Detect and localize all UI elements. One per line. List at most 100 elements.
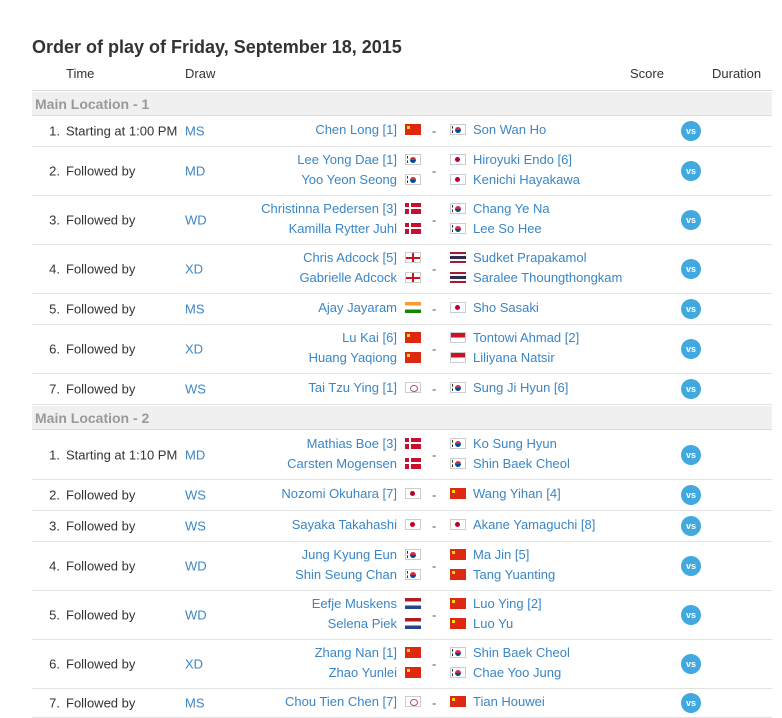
- table-row: 6. Followed by XD Lu Kai [6] Tontowi Ahmad […: [32, 324, 772, 374]
- player-name-right[interactable]: Sho Sasaki: [473, 300, 539, 315]
- china-flag-icon: [405, 666, 421, 678]
- vs-icon[interactable]: vs: [681, 160, 701, 181]
- player-line: Huang Yaqiong Liliyana Natsir: [32, 349, 772, 369]
- player-line: Yoo Yeon Seong Kenichi Hayakawa: [32, 171, 772, 191]
- vs-icon[interactable]: vs: [681, 258, 701, 279]
- denmark-flag-icon: [405, 202, 421, 214]
- vs-icon[interactable]: vs: [681, 338, 701, 359]
- vs-icon[interactable]: vs: [681, 444, 701, 465]
- versus-separator: -: [432, 558, 437, 573]
- korea-flag-icon: [405, 153, 421, 165]
- england-flag-icon: [405, 251, 421, 263]
- duration-column-header: Duration: [712, 66, 762, 81]
- player-name-right[interactable]: Chang Ye Na: [473, 201, 550, 216]
- score-column-header: Score: [630, 66, 664, 81]
- vs-icon[interactable]: vs: [681, 604, 701, 625]
- chinese-taipei-flag-icon: [405, 695, 421, 707]
- player-name-right[interactable]: Kenichi Hayakawa: [473, 172, 580, 187]
- player-name-left[interactable]: Jung Kyung Eun: [302, 547, 397, 562]
- player-name-left[interactable]: Christinna Pedersen [3]: [261, 201, 397, 216]
- player-name-left[interactable]: Kamilla Rytter Juhl: [289, 221, 397, 236]
- vs-icon[interactable]: vs: [681, 378, 701, 399]
- player-name-right[interactable]: Sung Ji Hyun [6]: [473, 380, 568, 395]
- draw-column-header: Draw: [185, 66, 216, 81]
- vs-icon[interactable]: vs: [681, 555, 701, 576]
- player-name-right[interactable]: Tontowi Ahmad [2]: [473, 330, 579, 345]
- korea-flag-icon: [450, 124, 466, 135]
- player-line: Gabrielle Adcock Saralee Thoungthongkam: [32, 269, 772, 289]
- player-line: Ajay Jayaram Sho Sasaki: [32, 299, 772, 319]
- player-line: Kamilla Rytter Juhl Lee So Hee: [32, 220, 772, 240]
- vs-icon[interactable]: vs: [681, 121, 701, 141]
- china-flag-icon: [450, 597, 466, 609]
- player-name-left[interactable]: Carsten Mogensen: [287, 456, 397, 471]
- player-name-right[interactable]: Tian Houwei: [473, 694, 545, 709]
- player-name-right[interactable]: Sudket Prapakamol: [473, 250, 586, 265]
- versus-separator: -: [432, 301, 437, 316]
- player-name-right[interactable]: Saralee Thoungthongkam: [473, 270, 622, 285]
- versus-separator: -: [432, 341, 437, 356]
- korea-flag-icon: [405, 568, 421, 580]
- player-name-left[interactable]: Shin Seung Chan: [295, 567, 397, 582]
- japan-flag-icon: [405, 518, 421, 530]
- player-name-right[interactable]: Chae Yoo Jung: [473, 665, 561, 680]
- player-name-left[interactable]: Chou Tien Chen [7]: [285, 694, 397, 709]
- player-line: Sayaka Takahashi Akane Yamaguchi [8]: [32, 516, 772, 536]
- player-name-right[interactable]: Akane Yamaguchi [8]: [473, 517, 595, 532]
- player-name-left[interactable]: Tai Tzu Ying [1]: [308, 380, 397, 395]
- chinese-taipei-flag-icon: [405, 381, 421, 393]
- player-name-right[interactable]: Hiroyuki Endo [6]: [473, 152, 572, 167]
- player-line: Tai Tzu Ying [1] Sung Ji Hyun [6]: [32, 379, 772, 399]
- player-name-left[interactable]: Lu Kai [6]: [342, 330, 397, 345]
- player-name-left[interactable]: Yoo Yeon Seong: [301, 172, 397, 187]
- player-name-left[interactable]: Sayaka Takahashi: [292, 517, 397, 532]
- vs-icon[interactable]: vs: [681, 515, 701, 536]
- location-header: Main Location - 1: [32, 92, 772, 116]
- denmark-flag-icon: [405, 437, 421, 449]
- player-name-right[interactable]: Tang Yuanting: [473, 567, 555, 582]
- versus-separator: -: [432, 212, 437, 227]
- vs-icon[interactable]: vs: [681, 692, 701, 713]
- versus-separator: -: [432, 695, 437, 710]
- player-name-left[interactable]: Zhang Nan [1]: [315, 645, 397, 660]
- player-name-right[interactable]: Son Wan Ho: [473, 122, 546, 137]
- korea-flag-icon: [450, 457, 466, 469]
- table-row: 3. Followed by WS Sayaka Takahashi Akane Yam…: [32, 510, 772, 542]
- player-name-left[interactable]: Mathias Boe [3]: [307, 436, 397, 451]
- player-name-right[interactable]: Luo Yu: [473, 616, 513, 631]
- player-name-left[interactable]: Chen Long [1]: [315, 122, 397, 137]
- vs-icon[interactable]: vs: [681, 653, 701, 674]
- player-name-right[interactable]: Shin Baek Cheol: [473, 645, 570, 660]
- player-name-left[interactable]: Zhao Yunlei: [329, 665, 397, 680]
- player-name-left[interactable]: Selena Piek: [328, 616, 397, 631]
- player-name-left[interactable]: Ajay Jayaram: [318, 300, 397, 315]
- table-row: 3. Followed by WD Christinna Pedersen [3] Ch…: [32, 195, 772, 245]
- player-name-left[interactable]: Eefje Muskens: [312, 596, 397, 611]
- player-name-right[interactable]: Liliyana Natsir: [473, 350, 555, 365]
- denmark-flag-icon: [405, 222, 421, 234]
- player-name-left[interactable]: Chris Adcock [5]: [303, 250, 397, 265]
- player-name-right[interactable]: Wang Yihan [4]: [473, 486, 561, 501]
- versus-separator: -: [432, 656, 437, 671]
- versus-separator: -: [432, 381, 437, 396]
- vs-icon[interactable]: vs: [681, 484, 701, 505]
- vs-icon[interactable]: vs: [681, 298, 701, 319]
- player-line: Chris Adcock [5] Sudket Prapakamol: [32, 249, 772, 269]
- versus-separator: -: [432, 518, 437, 533]
- player-name-left[interactable]: Nozomi Okuhara [7]: [281, 486, 397, 501]
- player-name-right[interactable]: Ko Sung Hyun: [473, 436, 557, 451]
- netherlands-flag-icon: [405, 597, 421, 609]
- player-name-left[interactable]: Huang Yaqiong: [309, 350, 397, 365]
- vs-icon[interactable]: vs: [681, 209, 701, 230]
- player-line: Eefje Muskens Luo Ying [2]: [32, 595, 772, 615]
- versus-separator: -: [432, 447, 437, 462]
- japan-flag-icon: [405, 487, 421, 499]
- player-name-right[interactable]: Shin Baek Cheol: [473, 456, 570, 471]
- player-name-left[interactable]: Lee Yong Dae [1]: [297, 152, 397, 167]
- player-name-right[interactable]: Ma Jin [5]: [473, 547, 529, 562]
- player-name-left[interactable]: Gabrielle Adcock: [299, 270, 397, 285]
- china-flag-icon: [405, 646, 421, 658]
- player-name-right[interactable]: Lee So Hee: [473, 221, 542, 236]
- player-name-right[interactable]: Luo Ying [2]: [473, 596, 542, 611]
- china-flag-icon: [450, 568, 466, 580]
